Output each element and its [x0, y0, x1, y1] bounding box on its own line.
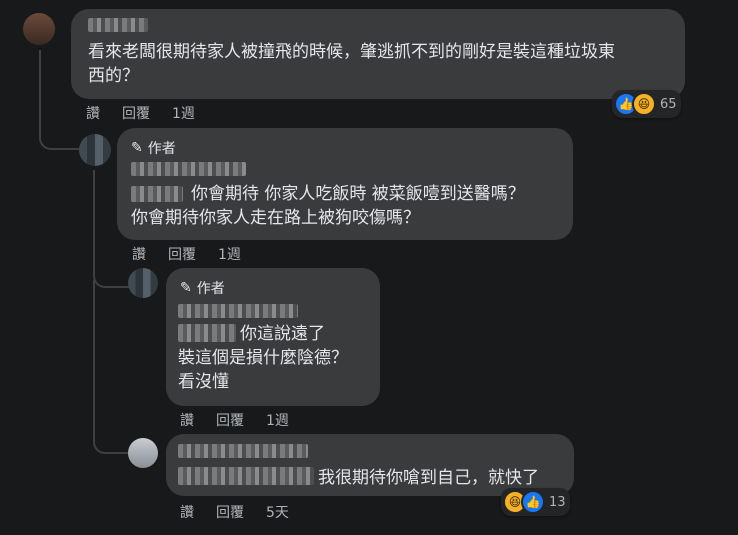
comment-bubble: 看來老闆很期待家人被撞飛的時候，肇逃抓不到的剛好是裝這種垃圾東 西的？: [71, 9, 685, 99]
comment-text-line: 我很期待你嗆到自己，就快了: [318, 468, 539, 488]
author-badge: 作者: [196, 281, 225, 297]
comment-text-line: 你這說遠了: [240, 324, 325, 344]
like-action[interactable]: 讚: [86, 103, 100, 123]
like-action[interactable]: 讚: [180, 502, 194, 522]
comment-bubble: ✎ 作者 你會期待 你家人吃飯時 被菜飯噎到送醫嗎？ 你會期待你家人走在路上被狗…: [117, 128, 573, 240]
like-action[interactable]: 讚: [132, 244, 146, 264]
comment-bubble: 我很期待你嗆到自己，就快了: [166, 434, 574, 496]
reactions-summary[interactable]: 😆 👍 13: [501, 488, 570, 516]
timestamp[interactable]: 5天: [266, 502, 289, 522]
comment-text-line: 看沒懂: [178, 372, 229, 392]
reply-action[interactable]: 回覆: [168, 244, 196, 264]
comment-actions: 讚 回覆 5天: [180, 502, 289, 522]
comment-bubble: ✎ 作者 你這說遠了 裝這個是損什麼陰德？ 看沒懂: [166, 268, 380, 406]
blurred-username: [88, 18, 148, 32]
blurred-username: [178, 444, 308, 458]
reaction-count: 13: [549, 494, 566, 510]
avatar[interactable]: [23, 13, 55, 45]
blurred-username: [178, 304, 298, 318]
like-icon: 👍: [521, 490, 545, 514]
author-badge: 作者: [147, 141, 176, 157]
comment-text-line: 看來老闆很期待家人被撞飛的時候，肇逃抓不到的剛好是裝這種垃圾東: [88, 42, 615, 62]
reaction-count: 65: [660, 96, 677, 112]
comment-text-line: 裝這個是損什麼陰德？: [178, 348, 348, 368]
pencil-icon: ✎: [180, 280, 192, 296]
reply-action[interactable]: 回覆: [122, 103, 150, 123]
comment-actions: 讚 回覆 1週: [86, 103, 195, 123]
timestamp[interactable]: 1週: [266, 410, 289, 430]
reactions-summary[interactable]: 👍 😆 65: [612, 90, 681, 118]
comment-text-line: 你會期待 你家人吃飯時 被菜飯噎到送醫嗎？: [191, 184, 525, 204]
avatar[interactable]: [128, 268, 158, 298]
blurred-username: [131, 162, 246, 176]
comment-text-line: 你會期待你家人走在路上被狗咬傷嗎？: [131, 208, 420, 228]
comment-actions: 讚 回覆 1週: [132, 244, 241, 264]
avatar[interactable]: [128, 438, 158, 468]
thread-line: [93, 170, 131, 288]
haha-icon: 😆: [632, 92, 656, 116]
thread-line: [39, 50, 79, 150]
reply-action[interactable]: 回覆: [216, 502, 244, 522]
comment-actions: 讚 回覆 1週: [180, 410, 289, 430]
timestamp[interactable]: 1週: [218, 244, 241, 264]
blurred-mention: [178, 467, 314, 485]
thread-line: [93, 280, 131, 454]
timestamp[interactable]: 1週: [172, 103, 195, 123]
like-action[interactable]: 讚: [180, 410, 194, 430]
reply-action[interactable]: 回覆: [216, 410, 244, 430]
comment-text-line: 西的？: [88, 66, 139, 86]
pencil-icon: ✎: [131, 140, 143, 156]
avatar[interactable]: [79, 134, 111, 166]
